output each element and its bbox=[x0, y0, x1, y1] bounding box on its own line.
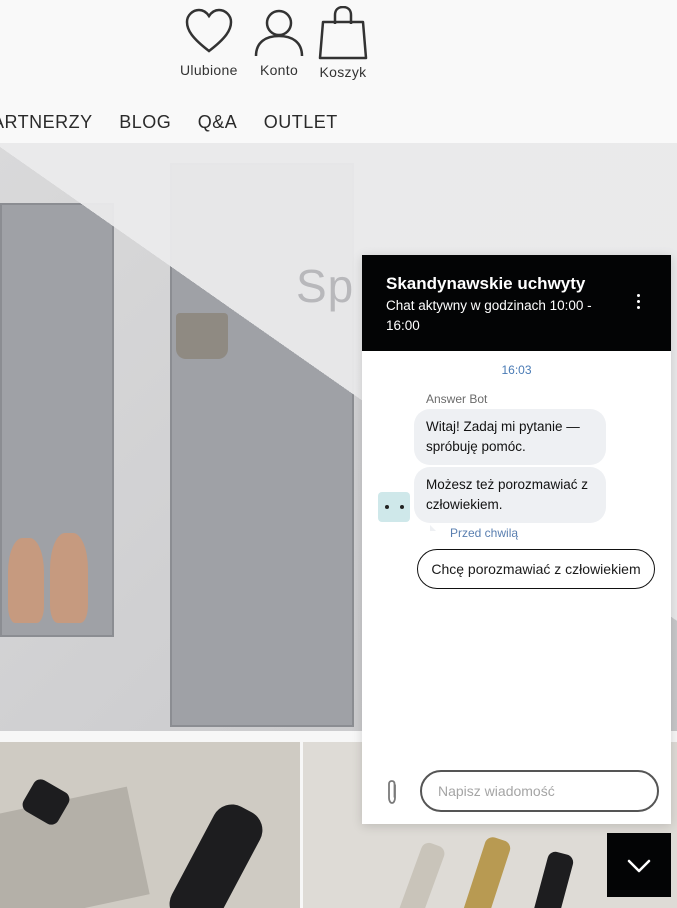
account-label: Konto bbox=[259, 62, 299, 78]
bag-icon bbox=[318, 6, 368, 60]
product-handle bbox=[162, 797, 270, 908]
site-header: Ulubione Konto Koszyk ARTNERZY BLOG Q&A … bbox=[0, 0, 677, 143]
favorites-label: Ulubione bbox=[180, 62, 238, 78]
user-icon bbox=[254, 9, 304, 57]
attachment-icon[interactable] bbox=[384, 779, 400, 810]
hero-title: Sp bbox=[296, 260, 355, 312]
minimize-chat-button[interactable] bbox=[607, 833, 671, 897]
chat-message: Witaj! Zadaj mi pytanie — spróbuję pomóc… bbox=[414, 409, 606, 465]
bot-avatar-icon bbox=[378, 492, 410, 522]
nav-item-qa[interactable]: Q&A bbox=[198, 112, 238, 133]
product-handle-black bbox=[529, 849, 575, 908]
cart-link[interactable]: Koszyk bbox=[318, 6, 368, 80]
heart-icon bbox=[185, 8, 233, 53]
favorites-link[interactable]: Ulubione bbox=[180, 6, 238, 78]
bot-name: Answer Bot bbox=[426, 392, 488, 406]
product-handle-brass bbox=[459, 835, 513, 908]
cart-label: Koszyk bbox=[319, 64, 367, 80]
more-options-icon[interactable] bbox=[628, 291, 648, 315]
chat-subtitle: Chat aktywny w godzinach 10:00 - 16:00 bbox=[386, 298, 592, 333]
account-link[interactable]: Konto bbox=[253, 6, 305, 78]
chat-header: Skandynawskie uchwyty Chat aktywny w god… bbox=[362, 255, 671, 351]
chevron-down-icon bbox=[627, 859, 651, 873]
nav-item-blog[interactable]: BLOG bbox=[119, 112, 171, 133]
chat-title: Skandynawskie uchwyty bbox=[386, 274, 586, 293]
message-status: Przed chwilą bbox=[450, 526, 519, 540]
product-tile-1[interactable] bbox=[0, 742, 300, 908]
chat-message: Możesz też porozmawiać z człowiekiem. bbox=[414, 467, 606, 523]
product-handle-silver bbox=[393, 840, 447, 908]
nav-item-partnerzy[interactable]: ARTNERZY bbox=[0, 112, 93, 133]
nav-item-outlet[interactable]: OUTLET bbox=[264, 112, 338, 133]
talk-to-human-button[interactable]: Chcę porozmawiać z człowiekiem bbox=[417, 549, 655, 589]
message-input[interactable] bbox=[420, 770, 659, 812]
main-nav: ARTNERZY BLOG Q&A OUTLET bbox=[0, 112, 359, 133]
bubble-tail bbox=[430, 525, 436, 531]
chat-widget: Skandynawskie uchwyty Chat aktywny w god… bbox=[362, 255, 671, 824]
chat-timestamp: 16:03 bbox=[501, 363, 532, 377]
